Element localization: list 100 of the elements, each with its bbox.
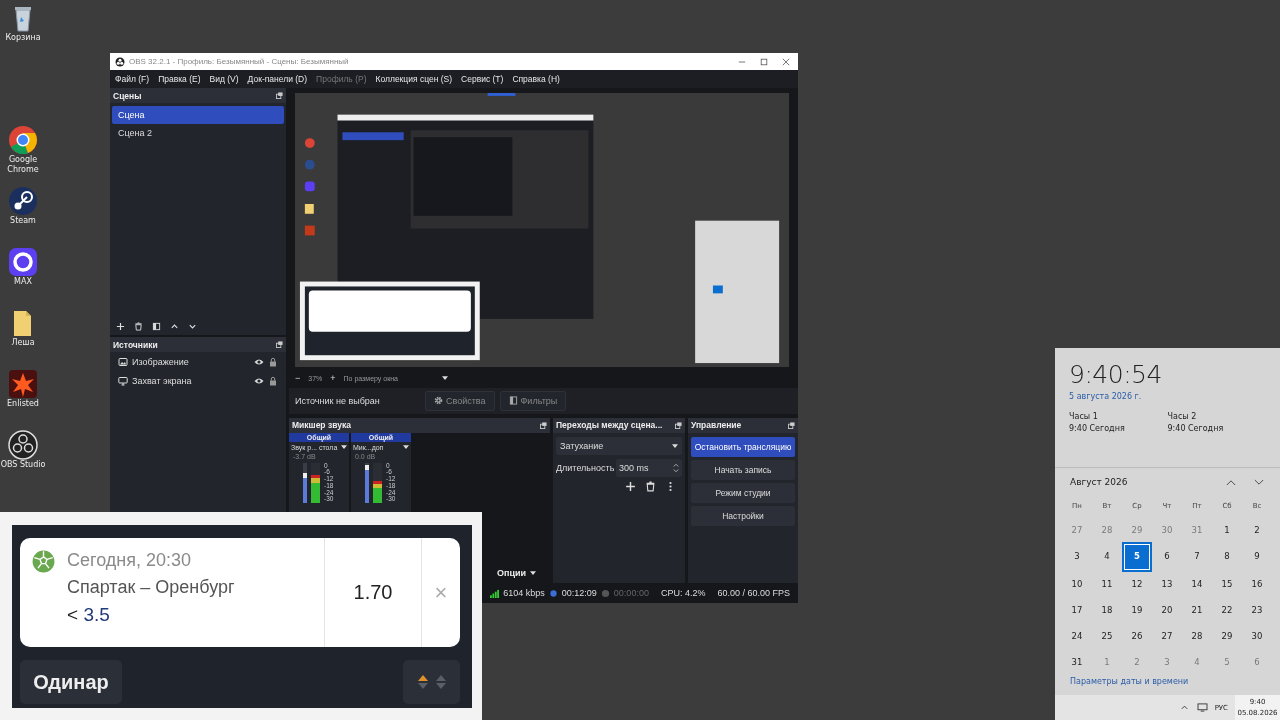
filters-button[interactable]: Фильтры: [499, 390, 567, 411]
app-icon: [115, 56, 125, 67]
desktop-icon-label[interactable]: Steam: [0, 216, 46, 226]
menu-item[interactable]: Справка (H): [512, 74, 560, 84]
control-button[interactable]: Настройки: [691, 505, 795, 526]
desktop-icon-label[interactable]: Google Chrome: [0, 155, 46, 175]
calendar-day[interactable]: 18: [1094, 598, 1120, 622]
options-button[interactable]: Опции: [490, 567, 542, 579]
caret-icon[interactable]: [441, 376, 448, 381]
obs-icon[interactable]: [8, 430, 38, 460]
menu-item[interactable]: Док-панели (D): [247, 74, 308, 84]
calendar-day[interactable]: 22: [1214, 598, 1240, 622]
calendar-day[interactable]: 5: [1124, 544, 1150, 570]
caret-icon: [530, 571, 536, 575]
date-link[interactable]: 5 августа 2026 г.: [1069, 392, 1266, 401]
calendar-day[interactable]: 14: [1184, 572, 1210, 596]
calendar-day[interactable]: 27: [1154, 624, 1180, 648]
plus-icon[interactable]: [625, 480, 636, 492]
calendar-day[interactable]: 31: [1064, 650, 1090, 674]
calendar-day[interactable]: 29: [1214, 624, 1240, 648]
up-chevron-icon[interactable]: [1226, 478, 1236, 486]
desktop-icon-label[interactable]: Леша: [0, 338, 46, 348]
control-button[interactable]: Остановить трансляцию: [691, 436, 795, 457]
calendar-day[interactable]: 23: [1244, 598, 1270, 622]
calendar-day[interactable]: 28: [1184, 624, 1210, 648]
calendar-day[interactable]: 7: [1184, 544, 1210, 568]
star-burst-icon[interactable]: [8, 369, 38, 399]
calendar-day[interactable]: 21: [1184, 598, 1210, 622]
undock-icon[interactable]: [788, 421, 795, 429]
calendar-day[interactable]: 1: [1214, 518, 1240, 542]
desktop-icon-label[interactable]: OBS Studio: [0, 460, 46, 470]
caret-icon[interactable]: [403, 445, 409, 450]
scene-item[interactable]: Сцена 2: [112, 124, 284, 142]
desktop-icon-label[interactable]: Enlisted: [0, 399, 46, 409]
lock-icon[interactable]: [268, 375, 278, 386]
undock-icon[interactable]: [276, 341, 283, 348]
calendar-day[interactable]: 20: [1154, 598, 1180, 622]
record-status-icon: [600, 588, 610, 598]
calendar-day[interactable]: 3: [1064, 544, 1090, 568]
calendar-day[interactable]: 24: [1064, 624, 1090, 648]
source-item[interactable]: Изображение: [132, 356, 250, 367]
maximize-icon[interactable]: [760, 57, 768, 66]
trash-icon[interactable]: [134, 321, 143, 331]
calendar-day[interactable]: 4: [1094, 544, 1120, 568]
calendar-day[interactable]: 6: [1154, 544, 1180, 568]
close-icon[interactable]: [782, 57, 790, 66]
calendar-day[interactable]: 13: [1154, 572, 1180, 596]
desktop-icon-label[interactable]: Корзина: [0, 33, 46, 43]
calendar-day[interactable]: 11: [1094, 572, 1120, 596]
odds: 1.70: [324, 538, 422, 647]
gear-icon: [434, 396, 443, 406]
calendar-day[interactable]: 19: [1124, 598, 1150, 622]
menu-item[interactable]: Коллекция сцен (S): [375, 74, 453, 84]
calendar-day[interactable]: 9: [1244, 544, 1270, 568]
calendar-day[interactable]: 15: [1214, 572, 1240, 596]
menu-item[interactable]: Правка (E): [158, 74, 201, 84]
bet-type-button[interactable]: Одинар: [20, 660, 122, 704]
properties-button[interactable]: Свойства: [425, 390, 495, 411]
undock-icon[interactable]: [540, 421, 547, 429]
monitor-icon: [118, 375, 128, 386]
date-settings-link[interactable]: Параметры даты и времени: [1070, 677, 1272, 686]
lock-icon[interactable]: [268, 356, 278, 367]
image-icon: [118, 356, 128, 367]
duration-field[interactable]: 300 ms: [616, 458, 682, 477]
plus-icon[interactable]: [116, 321, 125, 331]
month-title[interactable]: Август 2026: [1070, 477, 1128, 487]
calendar-day[interactable]: 25: [1094, 624, 1120, 648]
trash-icon[interactable]: [645, 480, 656, 492]
undock-icon[interactable]: [276, 92, 283, 99]
monitor-icon[interactable]: [1196, 703, 1208, 712]
calendar-day[interactable]: 10: [1064, 572, 1090, 596]
calendar-day[interactable]: 8: [1214, 544, 1240, 568]
calendar-day[interactable]: 2: [1244, 518, 1270, 542]
menu-item[interactable]: Файл (F): [115, 74, 150, 84]
clock-time: 9:40:54: [1069, 360, 1163, 389]
calendar-day[interactable]: 17: [1064, 598, 1090, 622]
zoom-out-button[interactable]: −: [295, 373, 301, 384]
scene-item[interactable]: Сцена: [112, 106, 284, 124]
spinner-icon: [673, 461, 679, 474]
calendar-day[interactable]: 30: [1244, 624, 1270, 648]
transition-dropdown[interactable]: Затухание: [556, 436, 682, 455]
zoom-in-button[interactable]: +: [330, 373, 336, 384]
up-chevron-icon[interactable]: [170, 321, 179, 331]
control-button[interactable]: Начать запись: [691, 459, 795, 480]
chrome-icon[interactable]: [8, 125, 38, 155]
steam-icon[interactable]: [8, 186, 38, 216]
source-item[interactable]: Захват экрана: [132, 375, 250, 386]
calendar-day[interactable]: 12: [1124, 572, 1150, 596]
control-button[interactable]: Режим студии: [691, 482, 795, 503]
calendar-day[interactable]: 26: [1124, 624, 1150, 648]
filter-icon[interactable]: [152, 321, 161, 331]
menu-item[interactable]: Вид (V): [209, 74, 239, 84]
calendar-day[interactable]: 16: [1244, 572, 1270, 596]
desktop-icon-label[interactable]: MAX: [0, 277, 46, 287]
down-chevron-icon[interactable]: [1254, 478, 1264, 486]
undock-icon[interactable]: [675, 421, 682, 429]
menu-item[interactable]: Сервис (T): [461, 74, 504, 84]
caret-icon[interactable]: [341, 445, 347, 450]
dock-title: Источники: [113, 339, 158, 350]
chat-app-icon[interactable]: [8, 247, 38, 277]
